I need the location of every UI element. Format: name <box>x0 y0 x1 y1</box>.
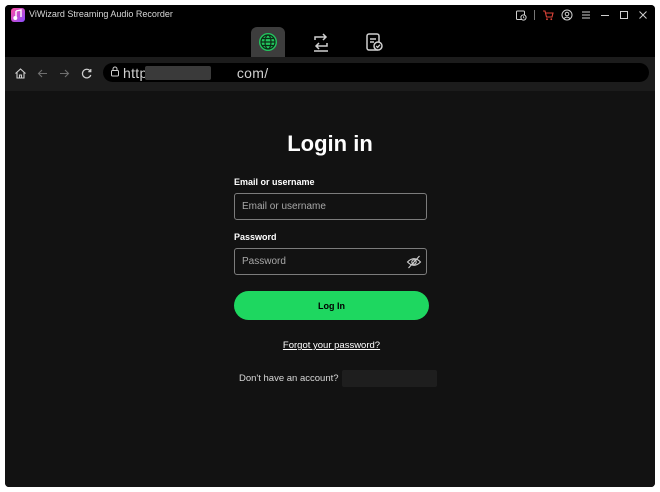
mode-tabs <box>251 27 391 57</box>
lock-icon <box>111 66 119 77</box>
address-bar-row: https com/ <box>5 57 655 91</box>
email-label: Email or username <box>234 177 315 187</box>
signup-link-redacted[interactable] <box>341 369 437 387</box>
no-account-text: Don't have an account? <box>239 372 339 384</box>
app-logo-icon <box>11 8 25 22</box>
page-title: Login in <box>287 131 373 156</box>
email-field[interactable] <box>234 193 427 220</box>
menu-icon[interactable] <box>580 8 592 22</box>
minimize-icon[interactable] <box>599 8 611 22</box>
account-icon[interactable] <box>561 8 573 22</box>
url-end: com/ <box>236 65 269 81</box>
home-icon[interactable] <box>13 66 27 80</box>
convert-icon <box>314 33 328 52</box>
app-window: ViWizard Streaming Audio Recorder https … <box>5 5 655 487</box>
login-page: Login in Email or username Password Log … <box>5 91 655 487</box>
maximize-icon[interactable] <box>618 8 630 22</box>
globe-icon <box>259 33 277 51</box>
tab-convert[interactable] <box>304 27 338 57</box>
hide-password-icon[interactable] <box>406 254 422 270</box>
window-title: ViWizard Streaming Audio Recorder <box>29 9 173 19</box>
url-bar[interactable]: https com/ <box>103 63 649 82</box>
password-field[interactable] <box>234 248 427 275</box>
toolbar-divider <box>534 10 535 20</box>
history-icon[interactable] <box>515 8 527 22</box>
tab-web-player[interactable] <box>251 27 285 57</box>
title-bar: ViWizard Streaming Audio Recorder <box>5 5 655 57</box>
forgot-password-link[interactable]: Forgot your password? <box>5 340 655 351</box>
refresh-icon[interactable] <box>79 66 93 80</box>
url-redacted <box>145 66 211 80</box>
cart-icon[interactable] <box>542 8 554 22</box>
forward-icon[interactable] <box>57 66 71 80</box>
close-icon[interactable] <box>637 8 649 22</box>
back-icon[interactable] <box>35 66 49 80</box>
converted-list-icon <box>366 33 383 51</box>
password-label: Password <box>234 232 277 242</box>
tab-converted[interactable] <box>357 27 391 57</box>
signup-row: Don't have an account? <box>239 369 437 387</box>
login-button[interactable]: Log In <box>234 291 429 320</box>
window-controls <box>515 7 649 23</box>
